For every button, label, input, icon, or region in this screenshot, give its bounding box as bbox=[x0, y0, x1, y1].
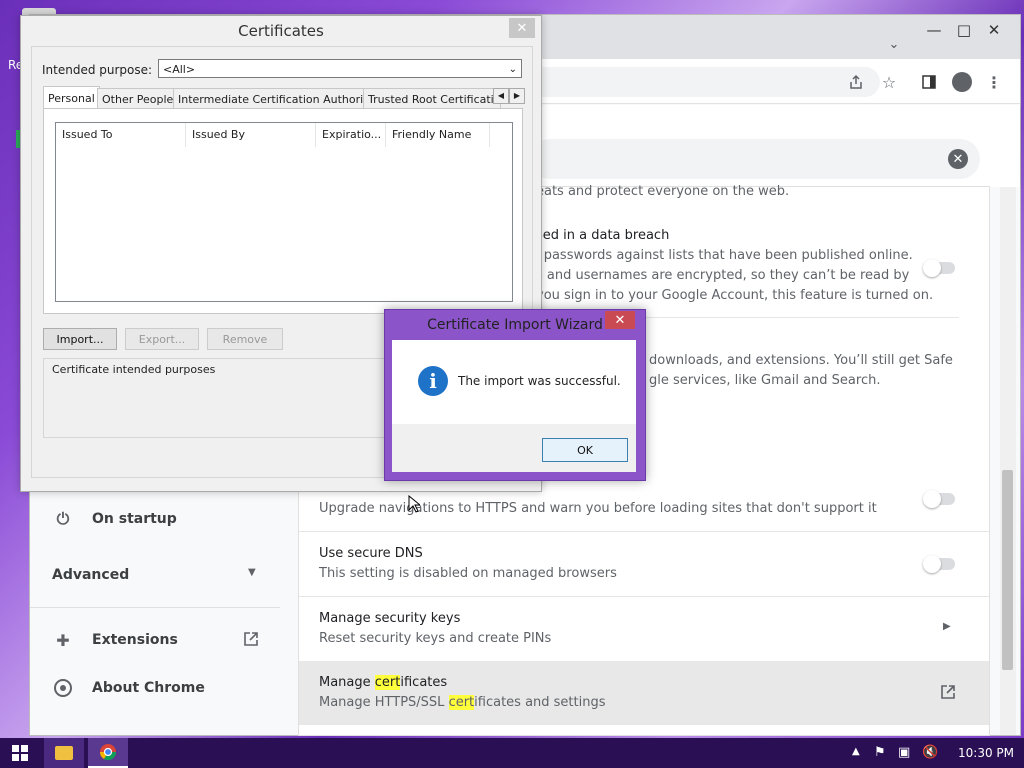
caret-down-icon: ▼ bbox=[248, 567, 256, 578]
tab-search-icon[interactable]: ⌄ bbox=[882, 37, 906, 57]
taskbar: ▲ ⚑ ▣ 🔇 10:30 PM bbox=[0, 738, 1024, 768]
nav-extensions-label: Extensions bbox=[92, 632, 178, 648]
info-icon: i bbox=[418, 366, 448, 396]
breach-line2: s and usernames are encrypted, so they c… bbox=[536, 268, 910, 283]
volume-muted-icon[interactable]: 🔇 bbox=[922, 745, 938, 760]
tab-personal[interactable]: Personal bbox=[43, 86, 100, 109]
certificate-list[interactable]: Issued To Issued By Expiratio... Friendl… bbox=[55, 122, 513, 302]
nav-on-startup[interactable]: ⏻ On startup bbox=[30, 499, 280, 539]
star-icon[interactable]: ☆ bbox=[875, 68, 903, 96]
tray-overflow-icon[interactable]: ▲ bbox=[852, 746, 860, 757]
nav-extensions[interactable]: ✚ Extensions bbox=[30, 620, 280, 660]
tab-trusted-root[interactable]: Trusted Root Certification bbox=[363, 88, 501, 109]
mouse-cursor-icon bbox=[408, 494, 422, 513]
manage-certificates-row[interactable]: Manage certificates Manage HTTPS/SSL cer… bbox=[299, 661, 989, 725]
chevron-right-icon: ▶ bbox=[943, 621, 951, 632]
scrollbar-thumb[interactable] bbox=[1002, 470, 1013, 670]
breach-line3: you sign in to your Google Account, this… bbox=[536, 288, 934, 303]
security-keys-subtitle: Reset security keys and create PINs bbox=[319, 631, 552, 646]
wizard-message: The import was successful. bbox=[458, 374, 621, 388]
safe-line2: gle services, like Gmail and Search. bbox=[649, 373, 881, 388]
https-subtitle: Upgrade navigations to HTTPS and warn yo… bbox=[319, 501, 877, 516]
tab-scroll-right-icon[interactable]: ▶ bbox=[509, 88, 525, 104]
wizard-footer: OK bbox=[392, 424, 636, 472]
security-keys-title: Manage security keys bbox=[319, 611, 461, 626]
chrome-logo-icon bbox=[52, 677, 74, 699]
nav-on-startup-label: On startup bbox=[92, 511, 177, 527]
manage-security-keys-row[interactable]: Manage security keys Reset security keys… bbox=[299, 597, 989, 661]
nav-about-label: About Chrome bbox=[92, 680, 205, 696]
chevron-down-icon: ⌄ bbox=[508, 64, 517, 75]
partial-text-line: eats and protect everyone on the web. bbox=[536, 184, 790, 199]
open-external-icon bbox=[242, 630, 260, 652]
close-button[interactable]: ✕ bbox=[972, 15, 1016, 45]
breach-toggle[interactable] bbox=[923, 259, 955, 277]
share-icon[interactable] bbox=[842, 68, 870, 96]
profile-icon[interactable] bbox=[948, 68, 976, 96]
certificates-subtitle: Manage HTTPS/SSL certificates and settin… bbox=[319, 695, 606, 710]
wizard-body: i The import was successful. OK bbox=[392, 340, 636, 472]
safe-line1: downloads, and extensions. You’ll still … bbox=[649, 353, 953, 368]
breach-title: sed in a data breach bbox=[536, 228, 670, 243]
column-friendly-name[interactable]: Friendly Name bbox=[386, 123, 490, 147]
intended-purpose-select[interactable]: <All> ⌄ bbox=[158, 59, 522, 78]
tab-other-people[interactable]: Other People bbox=[97, 88, 179, 109]
start-button[interactable] bbox=[0, 738, 40, 768]
column-issued-to[interactable]: Issued To bbox=[56, 123, 186, 147]
certificates-close-button[interactable]: ✕ bbox=[509, 18, 535, 38]
puzzle-icon: ✚ bbox=[56, 630, 70, 650]
https-toggle[interactable] bbox=[923, 490, 955, 508]
column-issued-by[interactable]: Issued By bbox=[186, 123, 316, 147]
wizard-close-button[interactable]: ✕ bbox=[605, 311, 635, 329]
chrome-taskbar-icon[interactable] bbox=[88, 738, 128, 768]
certificates-title: Manage certificates bbox=[319, 675, 448, 690]
import-wizard-dialog: Certificate Import Wizard ✕ i The import… bbox=[384, 309, 646, 481]
flag-icon[interactable]: ⚑ bbox=[874, 745, 886, 760]
sidepanel-icon[interactable] bbox=[915, 68, 943, 96]
import-button[interactable]: Import... bbox=[43, 328, 117, 350]
intended-purpose-value: <All> bbox=[163, 63, 196, 76]
tab-intermediate-ca[interactable]: Intermediate Certification Authorities bbox=[173, 88, 389, 109]
open-external-icon bbox=[939, 683, 957, 704]
secure-dns-subtitle: This setting is disabled on managed brow… bbox=[319, 566, 617, 581]
secure-dns-toggle[interactable] bbox=[923, 555, 955, 573]
ok-button[interactable]: OK bbox=[542, 438, 628, 462]
certificates-dialog-title[interactable]: Certificates bbox=[21, 16, 541, 46]
remove-button[interactable]: Remove bbox=[207, 328, 283, 350]
tab-scroll-left-icon[interactable]: ◀ bbox=[493, 88, 509, 104]
secure-dns-title: Use secure DNS bbox=[319, 546, 423, 561]
power-icon: ⏻ bbox=[56, 509, 70, 528]
clear-search-icon[interactable]: ✕ bbox=[948, 149, 968, 169]
clock[interactable]: 10:30 PM bbox=[958, 746, 1014, 760]
nav-divider bbox=[30, 607, 280, 608]
nav-about-chrome[interactable]: About Chrome bbox=[30, 668, 280, 708]
menu-icon[interactable]: ⋮ bbox=[980, 68, 1008, 96]
network-icon[interactable]: ▣ bbox=[898, 745, 910, 760]
file-explorer-taskbar-icon[interactable] bbox=[44, 738, 84, 768]
nav-advanced-label: Advanced bbox=[52, 567, 130, 583]
divider bbox=[299, 531, 989, 532]
settings-search-input[interactable]: ✕ bbox=[530, 139, 980, 179]
column-expiration[interactable]: Expiratio... bbox=[316, 123, 386, 147]
omnibox[interactable] bbox=[530, 67, 880, 97]
purposes-label: Certificate intended purposes bbox=[52, 363, 216, 376]
breach-line1: ' passwords against lists that have been… bbox=[536, 248, 913, 263]
nav-advanced[interactable]: Advanced ▼ bbox=[30, 555, 280, 595]
export-button[interactable]: Export... bbox=[125, 328, 199, 350]
intended-purpose-label: Intended purpose: bbox=[42, 63, 153, 77]
